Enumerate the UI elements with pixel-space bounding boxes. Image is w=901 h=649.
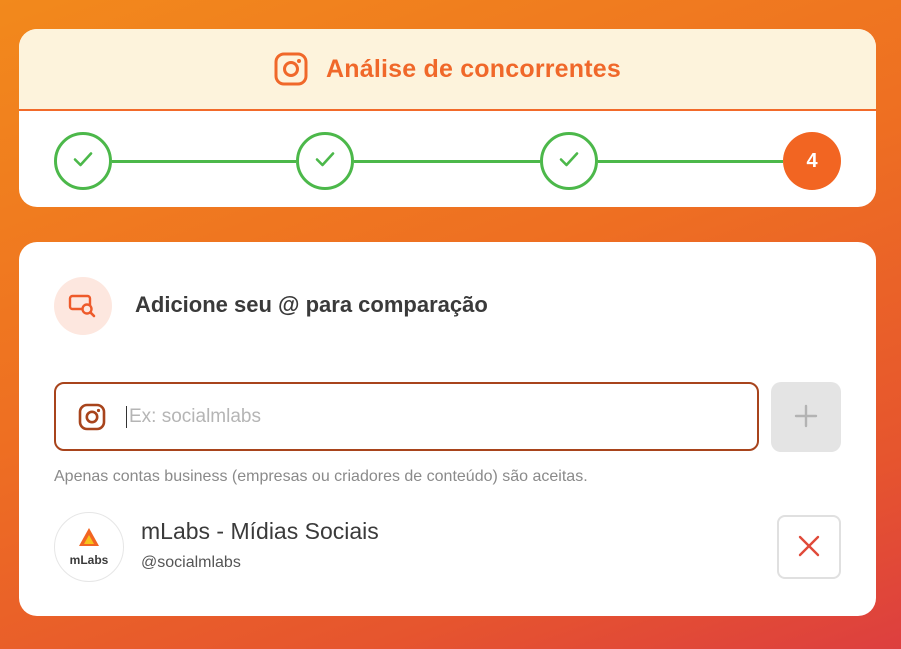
username-field[interactable]: [54, 382, 759, 451]
progress-card: Análise de concorrentes 4: [19, 29, 876, 207]
card-header: Análise de concorrentes: [19, 29, 876, 111]
account-item: mLabs mLabs - Mídias Sociais @socialmlab…: [54, 512, 841, 582]
add-account-button[interactable]: [771, 382, 841, 452]
step-connector: [598, 160, 783, 163]
avatar: mLabs: [54, 512, 124, 582]
account-name: mLabs - Mídias Sociais: [141, 518, 379, 544]
comparison-card: Adicione seu @ para comparação Apenas co…: [19, 242, 876, 616]
mlabs-logo-icon: [78, 527, 100, 552]
page-title: Análise de concorrentes: [326, 54, 621, 83]
check-icon: [312, 146, 338, 177]
step-1-completed: [54, 132, 112, 190]
hint-text: Apenas contas business (empresas ou cria…: [54, 468, 588, 485]
section-title: Adicione seu @ para comparação: [135, 292, 488, 317]
check-icon: [556, 146, 582, 177]
plus-icon: [793, 403, 819, 432]
step-2-completed: [296, 132, 354, 190]
step-connector: [354, 160, 540, 163]
step-3-completed: [540, 132, 598, 190]
account-handle: @socialmlabs: [141, 554, 241, 571]
username-input[interactable]: [126, 405, 726, 428]
check-icon: [70, 146, 96, 177]
profile-search-icon: [54, 277, 112, 335]
stepper: 4: [19, 113, 876, 207]
close-icon: [797, 534, 821, 561]
step-connector: [112, 160, 296, 163]
instagram-icon: [78, 403, 106, 431]
avatar-label: mLabs: [69, 553, 109, 567]
instagram-icon: [274, 52, 308, 86]
remove-account-button[interactable]: [777, 515, 841, 579]
step-4-active: 4: [783, 132, 841, 190]
